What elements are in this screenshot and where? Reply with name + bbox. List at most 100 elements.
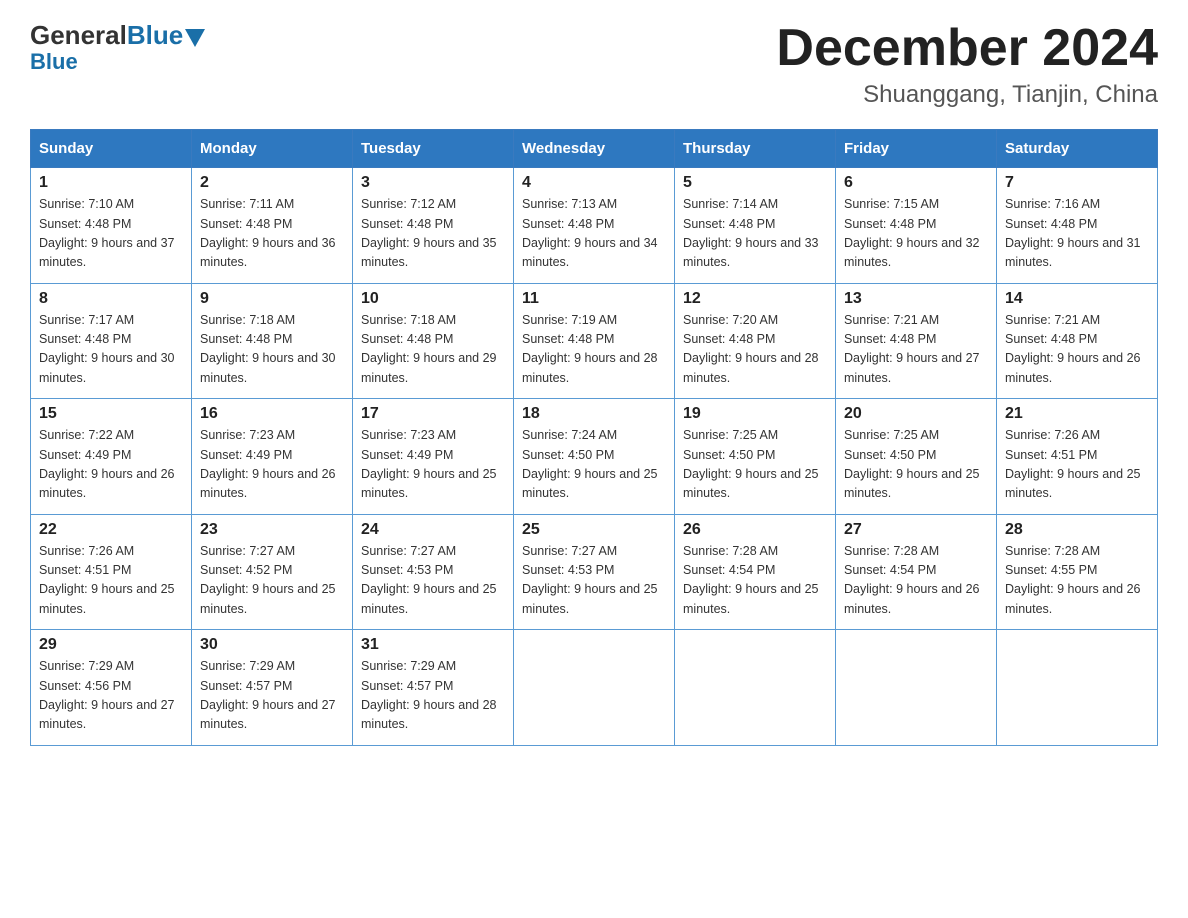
calendar-cell: 29 Sunrise: 7:29 AMSunset: 4:56 PMDayligh… xyxy=(31,630,192,746)
day-info: Sunrise: 7:28 AMSunset: 4:54 PMDaylight:… xyxy=(844,542,988,620)
day-number: 14 xyxy=(1005,290,1149,308)
day-number: 6 xyxy=(844,174,988,192)
calendar-cell: 18Sunrise: 7:24 AMSunset: 4:50 PMDayligh… xyxy=(514,399,675,515)
day-info: Sunrise: 7:28 AMSunset: 4:55 PMDaylight:… xyxy=(1005,542,1149,620)
day-info: Sunrise: 7:26 AMSunset: 4:51 PMDaylight:… xyxy=(39,542,183,620)
calendar-cell: 1 Sunrise: 7:10 AMSunset: 4:48 PMDaylight… xyxy=(31,168,192,284)
day-info: Sunrise: 7:10 AMSunset: 4:48 PMDaylight:… xyxy=(39,195,183,273)
day-number: 9 xyxy=(200,290,344,308)
day-number: 5 xyxy=(683,174,827,192)
day-info: Sunrise: 7:19 AMSunset: 4:48 PMDaylight:… xyxy=(522,311,666,389)
day-number: 22 xyxy=(39,521,183,539)
day-number: 4 xyxy=(522,174,666,192)
day-info: Sunrise: 7:29 AMSunset: 4:57 PMDaylight:… xyxy=(200,657,344,735)
day-number: 2 xyxy=(200,174,344,192)
calendar-cell xyxy=(997,630,1158,746)
day-info: Sunrise: 7:14 AMSunset: 4:48 PMDaylight:… xyxy=(683,195,827,273)
day-number: 15 xyxy=(39,405,183,423)
day-info: Sunrise: 7:13 AMSunset: 4:48 PMDaylight:… xyxy=(522,195,666,273)
calendar-header-friday: Friday xyxy=(836,130,997,168)
day-info: Sunrise: 7:25 AMSunset: 4:50 PMDaylight:… xyxy=(844,426,988,504)
day-number: 10 xyxy=(361,290,505,308)
logo-triangle-icon xyxy=(185,29,205,47)
day-number: 27 xyxy=(844,521,988,539)
day-number: 7 xyxy=(1005,174,1149,192)
calendar-cell: 5 Sunrise: 7:14 AMSunset: 4:48 PMDaylight… xyxy=(675,168,836,284)
calendar-cell: 25Sunrise: 7:27 AMSunset: 4:53 PMDayligh… xyxy=(514,514,675,630)
day-number: 29 xyxy=(39,636,183,654)
day-info: Sunrise: 7:29 AMSunset: 4:56 PMDaylight:… xyxy=(39,657,183,735)
calendar-cell: 13 Sunrise: 7:21 AMSunset: 4:48 PMDayligh… xyxy=(836,283,997,399)
day-info: Sunrise: 7:18 AMSunset: 4:48 PMDaylight:… xyxy=(200,311,344,389)
logo-subtitle: Blue xyxy=(30,49,78,75)
calendar-cell: 7Sunrise: 7:16 AMSunset: 4:48 PMDaylight… xyxy=(997,168,1158,284)
day-number: 31 xyxy=(361,636,505,654)
calendar-header-wednesday: Wednesday xyxy=(514,130,675,168)
calendar-cell: 14Sunrise: 7:21 AMSunset: 4:48 PMDayligh… xyxy=(997,283,1158,399)
calendar-cell: 23Sunrise: 7:27 AMSunset: 4:52 PMDayligh… xyxy=(192,514,353,630)
day-info: Sunrise: 7:18 AMSunset: 4:48 PMDaylight:… xyxy=(361,311,505,389)
calendar-cell: 21Sunrise: 7:26 AMSunset: 4:51 PMDayligh… xyxy=(997,399,1158,515)
calendar-week-row: 8 Sunrise: 7:17 AMSunset: 4:48 PMDaylight… xyxy=(31,283,1158,399)
calendar-cell: 28 Sunrise: 7:28 AMSunset: 4:55 PMDayligh… xyxy=(997,514,1158,630)
day-number: 13 xyxy=(844,290,988,308)
day-number: 8 xyxy=(39,290,183,308)
calendar-header-monday: Monday xyxy=(192,130,353,168)
calendar-cell xyxy=(514,630,675,746)
day-number: 18 xyxy=(522,405,666,423)
day-info: Sunrise: 7:17 AMSunset: 4:48 PMDaylight:… xyxy=(39,311,183,389)
calendar-cell: 19 Sunrise: 7:25 AMSunset: 4:50 PMDayligh… xyxy=(675,399,836,515)
day-number: 16 xyxy=(200,405,344,423)
main-title: December 2024 xyxy=(776,20,1158,77)
day-number: 28 xyxy=(1005,521,1149,539)
day-number: 23 xyxy=(200,521,344,539)
calendar-cell: 10 Sunrise: 7:18 AMSunset: 4:48 PMDayligh… xyxy=(353,283,514,399)
calendar-cell: 15Sunrise: 7:22 AMSunset: 4:49 PMDayligh… xyxy=(31,399,192,515)
calendar-cell: 6 Sunrise: 7:15 AMSunset: 4:48 PMDaylight… xyxy=(836,168,997,284)
calendar-cell: 24Sunrise: 7:27 AMSunset: 4:53 PMDayligh… xyxy=(353,514,514,630)
calendar-week-row: 15Sunrise: 7:22 AMSunset: 4:49 PMDayligh… xyxy=(31,399,1158,515)
calendar-cell: 26 Sunrise: 7:28 AMSunset: 4:54 PMDayligh… xyxy=(675,514,836,630)
day-number: 26 xyxy=(683,521,827,539)
day-number: 20 xyxy=(844,405,988,423)
calendar-cell: 2Sunrise: 7:11 AMSunset: 4:48 PMDaylight… xyxy=(192,168,353,284)
day-number: 1 xyxy=(39,174,183,192)
calendar-cell: 31 Sunrise: 7:29 AMSunset: 4:57 PMDayligh… xyxy=(353,630,514,746)
day-info: Sunrise: 7:15 AMSunset: 4:48 PMDaylight:… xyxy=(844,195,988,273)
logo-general: General xyxy=(30,20,127,51)
calendar-cell: 16Sunrise: 7:23 AMSunset: 4:49 PMDayligh… xyxy=(192,399,353,515)
calendar-cell: 11 Sunrise: 7:19 AMSunset: 4:48 PMDayligh… xyxy=(514,283,675,399)
calendar-cell xyxy=(675,630,836,746)
calendar-cell: 27 Sunrise: 7:28 AMSunset: 4:54 PMDayligh… xyxy=(836,514,997,630)
calendar-header-row: SundayMondayTuesdayWednesdayThursdayFrid… xyxy=(31,130,1158,168)
calendar-cell: 9 Sunrise: 7:18 AMSunset: 4:48 PMDaylight… xyxy=(192,283,353,399)
calendar-cell: 20 Sunrise: 7:25 AMSunset: 4:50 PMDayligh… xyxy=(836,399,997,515)
calendar-cell: 22 Sunrise: 7:26 AMSunset: 4:51 PMDayligh… xyxy=(31,514,192,630)
page-header: General Blue Blue December 2024 Shuangga… xyxy=(30,20,1158,109)
calendar-week-row: 29 Sunrise: 7:29 AMSunset: 4:56 PMDayligh… xyxy=(31,630,1158,746)
calendar-cell: 4 Sunrise: 7:13 AMSunset: 4:48 PMDaylight… xyxy=(514,168,675,284)
location-subtitle: Shuanggang, Tianjin, China xyxy=(776,81,1158,109)
day-number: 30 xyxy=(200,636,344,654)
day-info: Sunrise: 7:12 AMSunset: 4:48 PMDaylight:… xyxy=(361,195,505,273)
day-info: Sunrise: 7:29 AMSunset: 4:57 PMDaylight:… xyxy=(361,657,505,735)
day-number: 11 xyxy=(522,290,666,308)
day-info: Sunrise: 7:21 AMSunset: 4:48 PMDaylight:… xyxy=(844,311,988,389)
day-number: 19 xyxy=(683,405,827,423)
calendar-cell: 8 Sunrise: 7:17 AMSunset: 4:48 PMDaylight… xyxy=(31,283,192,399)
day-info: Sunrise: 7:23 AMSunset: 4:49 PMDaylight:… xyxy=(361,426,505,504)
logo: General Blue Blue xyxy=(30,20,205,75)
calendar-cell: 3Sunrise: 7:12 AMSunset: 4:48 PMDaylight… xyxy=(353,168,514,284)
logo-blue-text: Blue xyxy=(127,20,183,51)
calendar-cell xyxy=(836,630,997,746)
day-info: Sunrise: 7:25 AMSunset: 4:50 PMDaylight:… xyxy=(683,426,827,504)
day-number: 21 xyxy=(1005,405,1149,423)
calendar-table: SundayMondayTuesdayWednesdayThursdayFrid… xyxy=(30,129,1158,746)
title-block: December 2024 Shuanggang, Tianjin, China xyxy=(776,20,1158,109)
day-number: 25 xyxy=(522,521,666,539)
day-number: 24 xyxy=(361,521,505,539)
day-number: 12 xyxy=(683,290,827,308)
calendar-week-row: 22 Sunrise: 7:26 AMSunset: 4:51 PMDayligh… xyxy=(31,514,1158,630)
calendar-week-row: 1 Sunrise: 7:10 AMSunset: 4:48 PMDaylight… xyxy=(31,168,1158,284)
day-info: Sunrise: 7:28 AMSunset: 4:54 PMDaylight:… xyxy=(683,542,827,620)
